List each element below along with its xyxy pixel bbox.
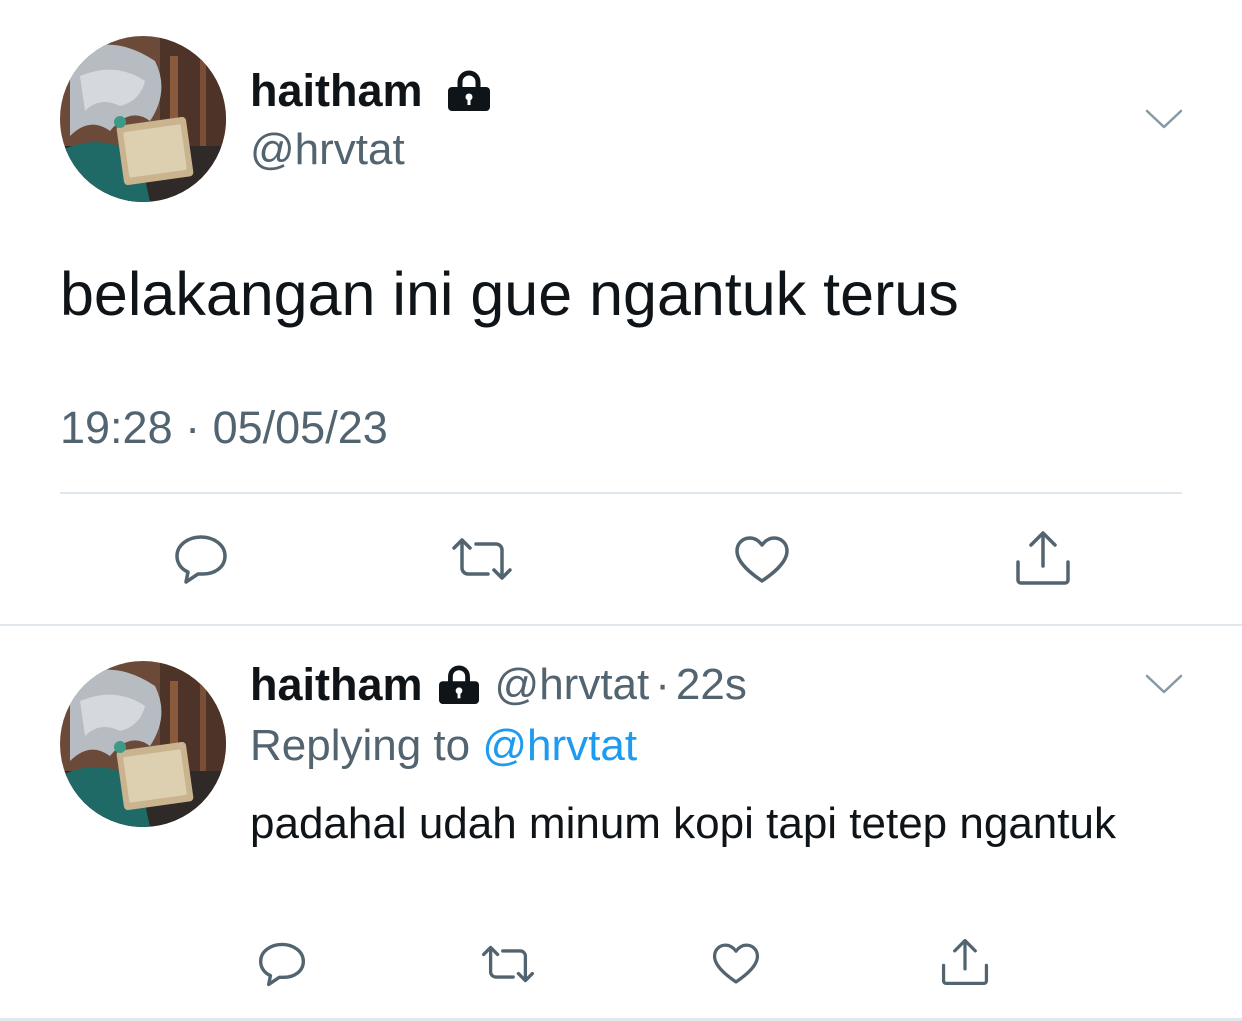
like-icon[interactable] bbox=[734, 535, 790, 585]
avatar[interactable] bbox=[60, 661, 226, 827]
share-icon[interactable] bbox=[941, 938, 989, 986]
reply-icon[interactable] bbox=[174, 534, 228, 584]
tweet-timestamp[interactable]: 19:28 · 05/05/23 bbox=[60, 401, 388, 455]
user-handle[interactable]: @hrvtat bbox=[250, 124, 405, 176]
avatar[interactable] bbox=[60, 36, 226, 202]
lock-icon bbox=[437, 665, 481, 705]
like-icon[interactable] bbox=[712, 942, 760, 986]
divider bbox=[60, 492, 1182, 494]
replying-to-mention[interactable]: @hrvtat bbox=[482, 721, 637, 770]
chevron-down-icon[interactable] bbox=[1145, 108, 1183, 130]
user-handle[interactable]: @hrvtat bbox=[495, 660, 650, 710]
tweet-divider bbox=[0, 624, 1242, 626]
replying-to-label: Replying to bbox=[250, 721, 471, 770]
lock-icon bbox=[446, 70, 492, 112]
tweet-text: padahal udah minum kopi tapi tetep ngant… bbox=[250, 799, 1116, 848]
reply-icon[interactable] bbox=[258, 941, 306, 987]
separator-dot: · bbox=[655, 660, 670, 709]
chevron-down-icon[interactable] bbox=[1145, 673, 1183, 695]
share-icon[interactable] bbox=[1015, 530, 1071, 586]
display-name[interactable]: haitham bbox=[250, 659, 423, 711]
tweet-time-ago[interactable]: 22s bbox=[676, 660, 747, 710]
retweet-icon[interactable] bbox=[450, 536, 514, 582]
display-name[interactable]: haitham bbox=[250, 64, 423, 118]
retweet-icon[interactable] bbox=[480, 944, 536, 984]
reply-header: haitham @hrvtat · 22s bbox=[250, 656, 747, 714]
replying-to-line: Replying to @hrvtat bbox=[250, 718, 637, 774]
tweet-text: belakangan ini gue ngantuk terus bbox=[60, 260, 959, 328]
